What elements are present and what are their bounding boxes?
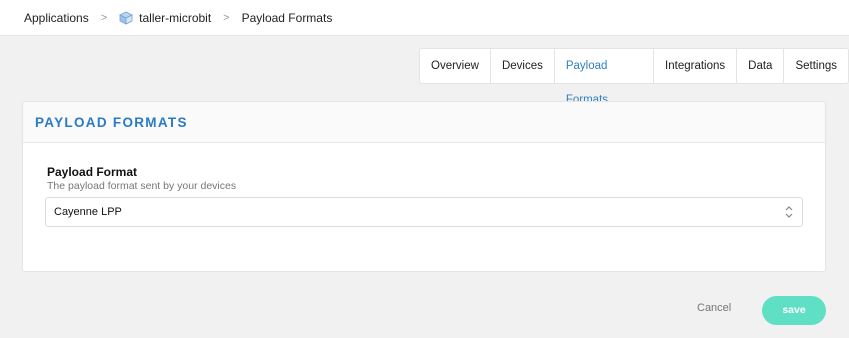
cube-icon <box>119 11 134 25</box>
tab-data[interactable]: Data <box>737 49 785 83</box>
payload-formats-card: PAYLOAD FORMATS Payload Format The paylo… <box>22 101 826 272</box>
field-label: Payload Format <box>47 165 138 179</box>
tab-settings[interactable]: Settings <box>784 49 848 83</box>
breadcrumb-applications[interactable]: Applications <box>24 11 89 25</box>
app-tabs: Overview Devices Payload Formats Integra… <box>419 48 849 106</box>
breadcrumb-separator: > <box>223 11 230 24</box>
tab-payload-formats[interactable]: Payload Formats <box>555 49 655 106</box>
payload-format-field: Payload Format The payload format sent b… <box>45 165 803 227</box>
field-description: The payload format sent by your devices <box>47 180 237 192</box>
chevron-up-down-icon <box>784 205 794 219</box>
tab-devices[interactable]: Devices <box>491 49 555 83</box>
breadcrumb-label: taller-microbit <box>139 10 212 25</box>
tab-overview[interactable]: Overview <box>420 49 491 83</box>
select-value: Cayenne LPP <box>54 206 122 218</box>
payload-format-select[interactable]: Cayenne LPP <box>45 197 803 227</box>
card-title: PAYLOAD FORMATS <box>35 114 188 130</box>
breadcrumb-label: Payload Formats <box>241 10 333 25</box>
breadcrumb-separator: > <box>100 11 108 24</box>
tab-integrations[interactable]: Integrations <box>654 49 738 83</box>
breadcrumb: Applications > taller-microbit > Payload… <box>0 0 849 36</box>
breadcrumb-application[interactable]: taller-microbit <box>119 11 211 25</box>
breadcrumb-current: Payload Formats <box>242 11 333 25</box>
card-header: PAYLOAD FORMATS <box>23 102 825 143</box>
cancel-button[interactable]: Cancel <box>697 302 731 314</box>
breadcrumb-label: Applications <box>24 10 89 25</box>
save-button[interactable]: save <box>762 296 826 325</box>
